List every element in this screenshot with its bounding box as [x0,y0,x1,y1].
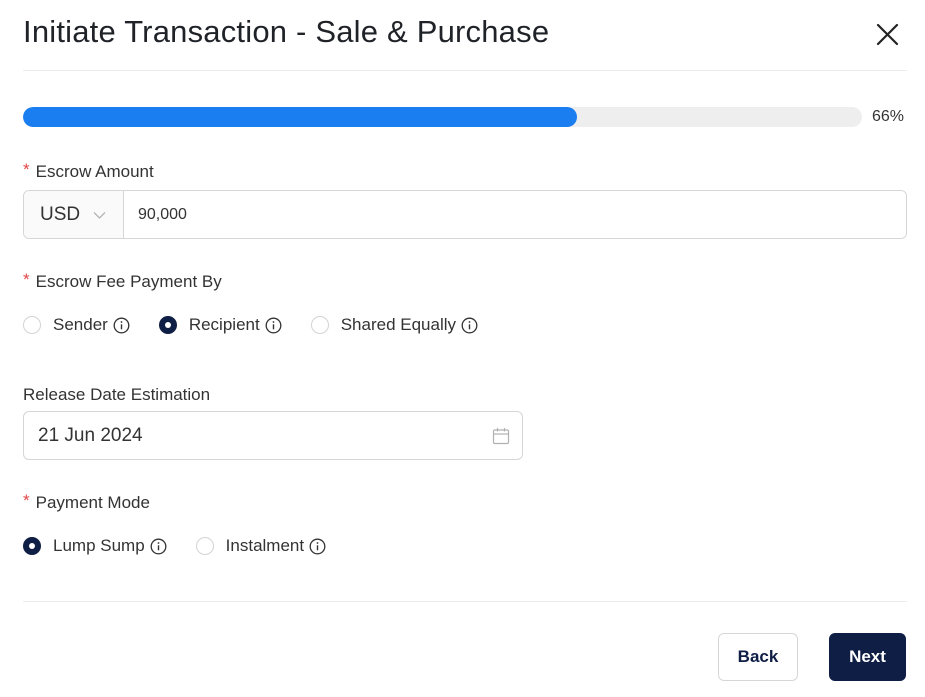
dialog-title: Initiate Transaction - Sale & Purchase [23,14,550,49]
radio-button[interactable] [158,316,177,334]
radio-button[interactable] [23,316,41,334]
radio-label: Instalment [225,536,305,555]
progress-percent: 66% [872,108,905,125]
footer-divider [23,601,907,602]
header-divider [23,70,907,71]
radio-label: Sender [53,315,108,334]
close-button[interactable] [872,20,902,50]
close-icon [876,23,899,46]
radio-option-sender[interactable]: Sender [23,315,130,335]
escrow-amount-label: * Escrow Amount [23,160,154,181]
radio-button[interactable] [23,537,41,555]
radio-option-shared-equally[interactable]: Shared Equally [310,315,478,335]
radio-label: Recipient [188,315,260,334]
release-date-label: Release Date Estimation [23,385,211,404]
info-icon[interactable] [309,538,326,555]
progress-fill [23,107,577,127]
required-mark: * [23,491,30,510]
info-icon[interactable] [461,317,478,334]
escrow-amount-input[interactable] [124,191,906,238]
release-date-input[interactable]: 21 Jun 2024 [23,411,523,460]
escrow-amount-group: USD [23,190,907,239]
info-icon[interactable] [265,317,282,334]
next-button[interactable]: Next [829,633,906,681]
radio-button[interactable] [195,537,214,555]
back-button[interactable]: Back [718,633,798,681]
required-mark: * [23,270,30,289]
radio-option-lump-sump[interactable]: Lump Sump [23,536,167,556]
payment-mode-options: Lump Sump Instalment [23,536,326,556]
currency-select[interactable]: USD [24,191,124,238]
calendar-icon[interactable] [492,427,510,445]
chevron-down-icon [93,212,106,219]
info-icon[interactable] [113,317,130,334]
progress-bar [23,107,862,127]
info-icon[interactable] [150,538,167,555]
currency-value: USD [40,203,81,225]
release-date-value: 21 Jun 2024 [38,424,143,446]
radio-button[interactable] [310,316,329,334]
required-mark: * [23,160,30,179]
fee-payment-options: Sender Recipient Shared Equally [23,315,478,335]
radio-label: Lump Sump [53,536,145,555]
radio-option-recipient[interactable]: Recipient [158,315,282,335]
payment-mode-label: * Payment Mode [23,491,150,512]
radio-label: Shared Equally [340,315,457,334]
fee-payment-label: * Escrow Fee Payment By [23,270,222,291]
radio-option-instalment[interactable]: Instalment [195,536,326,556]
